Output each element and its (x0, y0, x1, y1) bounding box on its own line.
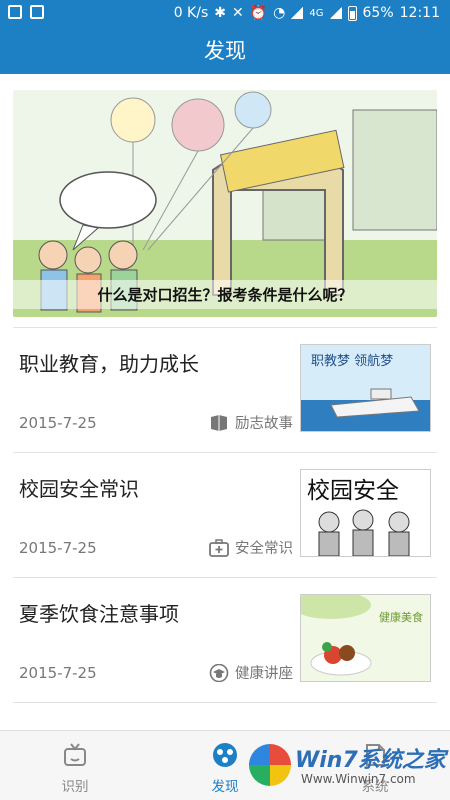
book-icon (211, 414, 227, 431)
watermark: Win7系统之家 Www.Winwin7.com (249, 740, 446, 794)
tab-label: 识别 (61, 779, 89, 795)
alarm-icon: ⏰ (249, 5, 268, 21)
article-title: 职业教育，助力成长 (19, 352, 199, 376)
tab-label: 发现 (211, 779, 239, 795)
graduation-cap-icon (209, 663, 229, 682)
battery-percent: 65% (362, 5, 394, 21)
clock: 12:11 (399, 5, 440, 21)
divider (13, 702, 437, 703)
signal-icon (291, 7, 304, 19)
article-thumbnail: 健康美食 (300, 594, 431, 682)
article-date: 2015-7-25 (19, 539, 97, 557)
message-icon (8, 5, 22, 19)
tab-identify[interactable]: 识别 (30, 741, 120, 795)
status-right: 0 K/s ✱ ✕ ⏰ ◔ 4G 65% 12:11 (174, 5, 440, 21)
article-item-3[interactable]: 夏季饮食注意事项 2015-7-25 健康讲座 健康美食 (13, 578, 437, 696)
tv-icon (64, 743, 86, 766)
network-label: 4G (309, 7, 324, 19)
mute-icon: ✕ (232, 5, 244, 21)
watermark-title: Win7系统之家 (295, 748, 446, 773)
windows-logo-icon (249, 744, 291, 786)
battery-icon (347, 5, 357, 21)
article-thumbnail: 校园安全 (300, 469, 431, 557)
page-title: 发现 (204, 39, 246, 63)
article-date: 2015-7-25 (19, 664, 97, 682)
app-bar: 发现 (0, 28, 450, 74)
image-icon (30, 5, 44, 19)
signal-icon-2 (329, 7, 342, 19)
article-item-2[interactable]: 校园安全常识 2015-7-25 安全常识 校园安全 (13, 453, 437, 571)
thumb-text: 校园安全 (307, 478, 399, 504)
thumb-text: 健康美食 (379, 610, 423, 624)
article-tag[interactable]: 健康讲座 (209, 662, 293, 683)
article-tag-label: 安全常识 (235, 541, 293, 557)
article-tag[interactable]: 安全常识 (209, 537, 293, 558)
status-left-icons (8, 5, 44, 19)
article-tag[interactable]: 励志故事 (209, 412, 293, 433)
thumb-text: 职教梦 领航梦 (311, 353, 393, 369)
article-date: 2015-7-25 (19, 414, 97, 432)
net-speed: 0 K/s (173, 5, 209, 21)
banner-caption: 什么是对口招生？报考条件是什么呢？ (13, 280, 437, 309)
article-tag-label: 健康讲座 (235, 666, 293, 682)
bottom-tab-bar: 识别 发现 系统 Win7系统之家 Www.Winwin7.com (0, 730, 450, 800)
article-thumbnail: 职教梦 领航梦 (300, 344, 431, 432)
first-aid-icon (209, 538, 229, 557)
wifi-icon: ◔ (273, 5, 286, 21)
bluetooth-icon: ✱ (214, 5, 226, 21)
article-item-1[interactable]: 职业教育，助力成长 2015-7-25 励志故事 职教梦 领航梦 (13, 328, 437, 446)
banner[interactable]: 什么是对口招生？报考条件是什么呢？ (13, 90, 437, 317)
watermark-url: Www.Winwin7.com (301, 772, 416, 786)
status-bar: 0 K/s ✱ ✕ ⏰ ◔ 4G 65% 12:11 (0, 0, 450, 28)
discover-icon (213, 743, 237, 767)
article-title: 校园安全常识 (19, 477, 139, 501)
article-title: 夏季饮食注意事项 (19, 602, 179, 626)
article-tag-label: 励志故事 (235, 416, 293, 432)
